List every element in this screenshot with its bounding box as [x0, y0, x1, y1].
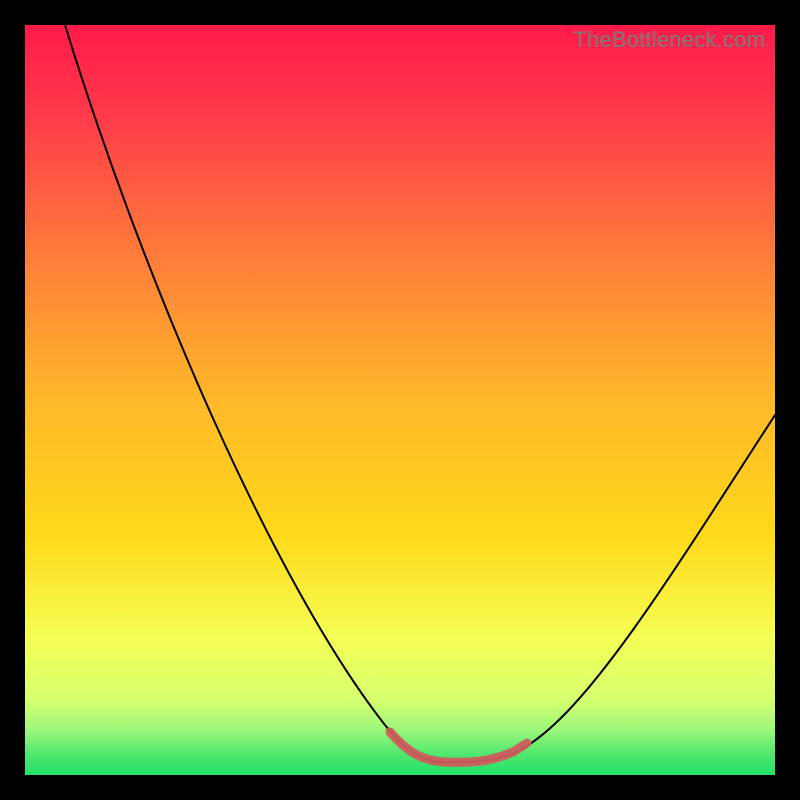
watermark-text: TheBottleneck.com: [573, 27, 765, 53]
gradient-background: [25, 25, 775, 775]
bottleneck-chart: [25, 25, 775, 775]
chart-frame: TheBottleneck.com: [25, 25, 775, 775]
